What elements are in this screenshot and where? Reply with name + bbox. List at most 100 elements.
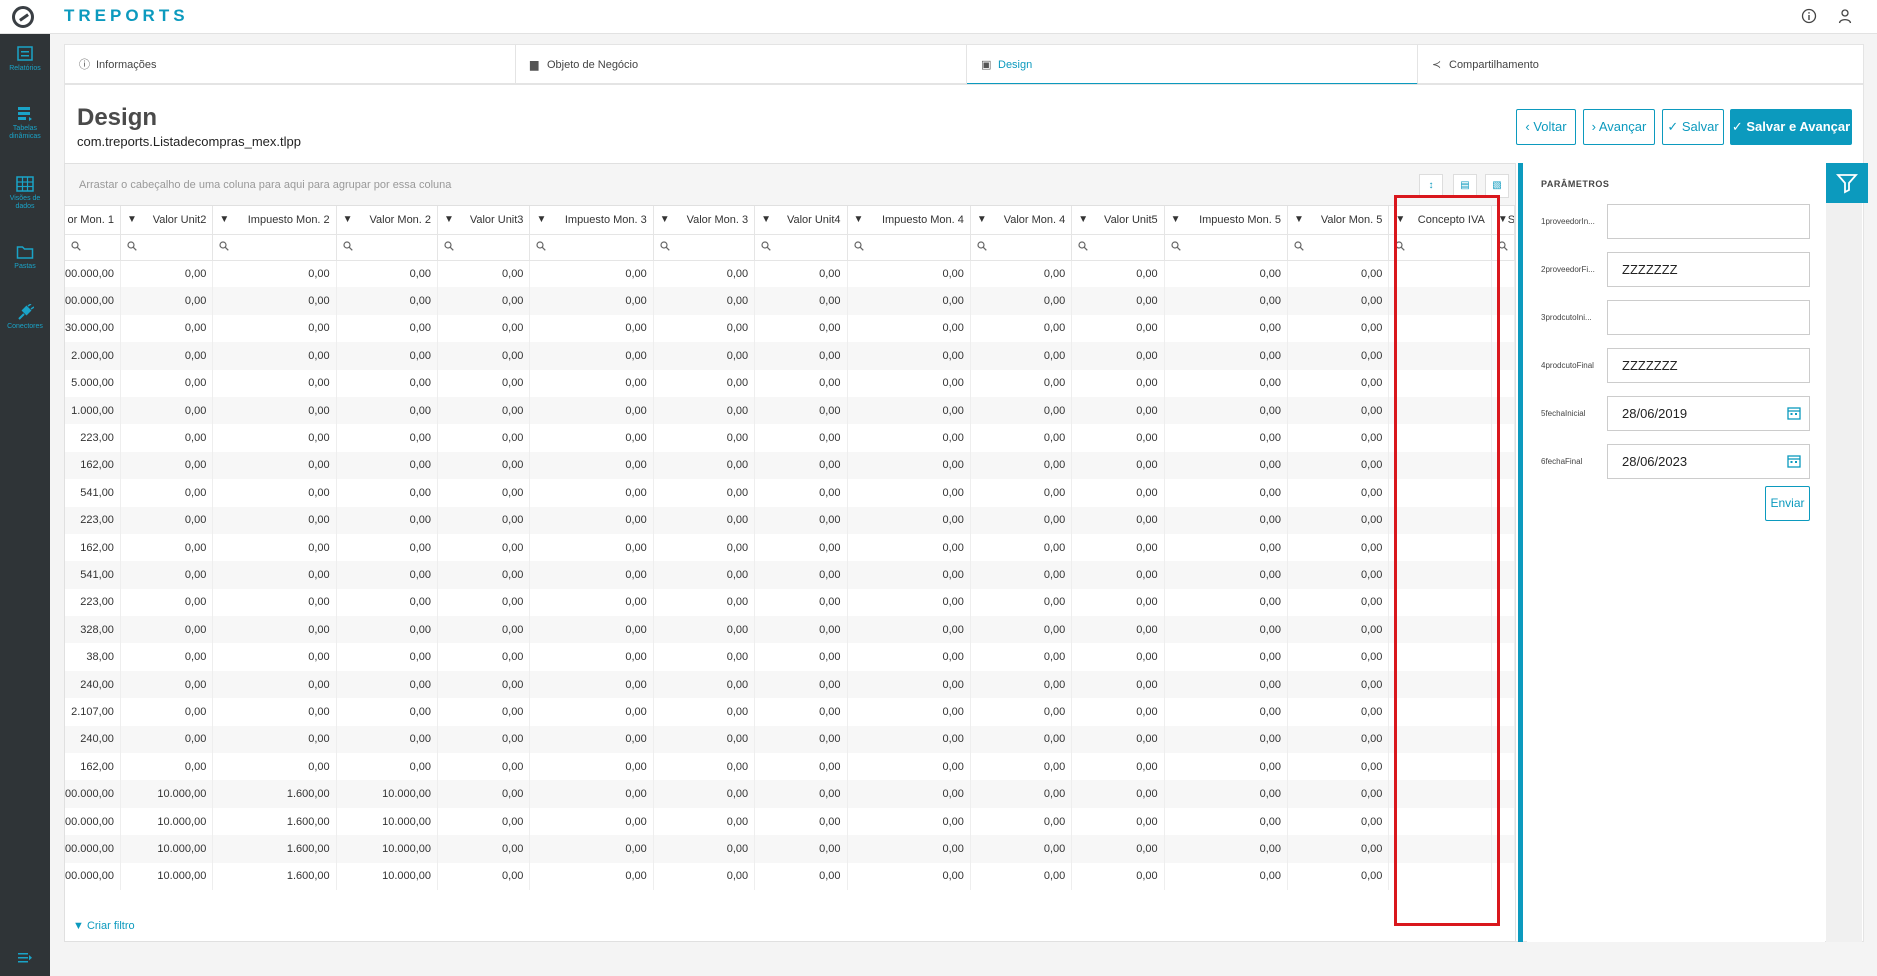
param-producto-inicial-input[interactable] — [1607, 300, 1810, 335]
filter-icon[interactable]: ▼ — [1498, 214, 1508, 225]
voltar-button[interactable]: ‹ Voltar — [1516, 109, 1576, 145]
table-row[interactable]: 00.000,00 10.000,00 1.600,00 10.000,00 0,00 0… — [65, 835, 1515, 863]
avancar-button[interactable]: › Avançar — [1583, 109, 1655, 145]
table-row[interactable]: 223,00 0,00 0,00 0,00 0,00 0,00 0,00 0,00 0,00 0,… — [65, 588, 1515, 617]
column-search-cell[interactable] — [65, 234, 121, 261]
param-proveedor-inicial-input[interactable] — [1607, 204, 1810, 239]
column-header[interactable]: ▼ Valor Mon. 2 — [336, 206, 439, 235]
column-search-cell[interactable] — [1287, 234, 1390, 261]
column-header[interactable]: ▼ Valor Unit5 — [1071, 206, 1165, 235]
table-row[interactable]: 223,00 0,00 0,00 0,00 0,00 0,00 0,00 0,00 0,00 0,… — [65, 424, 1515, 452]
column-search-cell[interactable] — [1071, 234, 1165, 261]
column-search-cell[interactable] — [437, 234, 531, 261]
tab-compartilhamento[interactable]: ≺ Compartilhamento — [1418, 45, 1864, 85]
filter-icon[interactable]: ▼ — [343, 214, 353, 225]
export-icon[interactable]: ▤ — [1453, 174, 1477, 198]
column-search-cell[interactable] — [212, 234, 337, 261]
criar-filtro-link[interactable]: ▼ Criar filtro — [73, 920, 135, 932]
app-logo-icon[interactable] — [12, 6, 34, 28]
table-row[interactable]: 2.107,00 0,00 0,00 0,00 0,00 0,00 0,00 0,00 0,00… — [65, 698, 1515, 726]
table-row[interactable]: 162,00 0,00 0,00 0,00 0,00 0,00 0,00 0,00 0,00 0,… — [65, 451, 1515, 480]
column-search-cell[interactable] — [120, 234, 214, 261]
filter-icon[interactable]: ▼ — [854, 214, 864, 225]
column-header[interactable]: ▼Su — [1491, 206, 1515, 235]
sidebar-item-visoes-de-dados[interactable]: Visões de dados — [0, 176, 50, 211]
table-row[interactable]: 2.000,00 0,00 0,00 0,00 0,00 0,00 0,00 0,00 0,00… — [65, 342, 1515, 370]
table-row[interactable]: 00.000,00 0,00 0,00 0,00 0,00 0,00 0,00 0,00 0,0… — [65, 287, 1515, 315]
salvar-button[interactable]: ✓ Salvar — [1662, 109, 1724, 145]
param-fecha-inicial-input[interactable]: 28/06/2019 — [1607, 396, 1810, 431]
filter-icon[interactable]: ▼ — [536, 214, 546, 225]
table-row[interactable]: 5.000,00 0,00 0,00 0,00 0,00 0,00 0,00 0,00 0,00… — [65, 369, 1515, 397]
enviar-button[interactable]: Enviar — [1765, 486, 1810, 521]
table-row[interactable]: 00.000,00 10.000,00 1.600,00 10.000,00 0,00 0… — [65, 862, 1515, 890]
table-row[interactable]: 00.000,00 0,00 0,00 0,00 0,00 0,00 0,00 0,00 0,0… — [65, 260, 1515, 288]
table-row[interactable]: 00.000,00 10.000,00 1.600,00 10.000,00 0,00 0… — [65, 807, 1515, 836]
filter-icon[interactable]: ▼ — [444, 214, 454, 225]
filter-icon[interactable]: ▼ — [1171, 214, 1181, 225]
panel-resizer[interactable] — [1518, 163, 1523, 942]
table-row[interactable]: 162,00 0,00 0,00 0,00 0,00 0,00 0,00 0,00 0,00 0,… — [65, 533, 1515, 562]
calendar-icon[interactable] — [1787, 454, 1801, 468]
filter-icon[interactable]: ▼ — [1294, 214, 1304, 225]
filter-icon[interactable]: ▼ — [977, 214, 987, 225]
table-row[interactable]: 541,00 0,00 0,00 0,00 0,00 0,00 0,00 0,00 0,00 0,… — [65, 561, 1515, 589]
column-header[interactable]: ▼ Valor Unit2 — [120, 206, 214, 235]
column-header[interactable]: or Mon. 1 — [65, 206, 121, 235]
column-search-cell[interactable] — [1491, 234, 1515, 261]
salvar-e-avancar-button[interactable]: ✓ Salvar e Avançar — [1730, 109, 1852, 145]
column-search-cell[interactable] — [1164, 234, 1289, 261]
tab-informacoes[interactable]: ⓘ Informações — [65, 45, 516, 85]
column-search-cell[interactable] — [529, 234, 654, 261]
table-row[interactable]: 30.000,00 0,00 0,00 0,00 0,00 0,00 0,00 0,00 0,0… — [65, 314, 1515, 343]
tab-objeto-de-negocio[interactable]: ▆ Objeto de Negócio — [516, 45, 967, 85]
column-header[interactable]: ▼ Valor Unit3 — [437, 206, 531, 235]
expand-menu-icon[interactable] — [0, 950, 50, 966]
sidebar-item-tabelas-dinamicas[interactable]: Tabelas dinâmicas — [0, 106, 50, 141]
column-search-cell[interactable] — [970, 234, 1073, 261]
column-search-cell[interactable] — [336, 234, 439, 261]
table-row[interactable]: 162,00 0,00 0,00 0,00 0,00 0,00 0,00 0,00 0,00 0,… — [65, 753, 1515, 781]
filter-icon[interactable]: ▼ — [219, 214, 229, 225]
table-row[interactable]: 240,00 0,00 0,00 0,00 0,00 0,00 0,00 0,00 0,00 0,… — [65, 670, 1515, 699]
table-row[interactable]: 240,00 0,00 0,00 0,00 0,00 0,00 0,00 0,00 0,00 0,… — [65, 725, 1515, 754]
sidebar-item-relatorios[interactable]: Relatórios — [0, 46, 50, 73]
table-row[interactable]: 38,00 0,00 0,00 0,00 0,00 0,00 0,00 0,00 0,00 0,0… — [65, 643, 1515, 671]
column-header[interactable]: ▼ Impuesto Mon. 5 — [1164, 206, 1289, 235]
column-header[interactable]: ▼ Valor Mon. 4 — [970, 206, 1073, 235]
table-row[interactable]: 328,00 0,00 0,00 0,00 0,00 0,00 0,00 0,00 0,00 0,… — [65, 616, 1515, 644]
column-search-cell[interactable] — [653, 234, 756, 261]
export-excel-icon[interactable]: ▧ — [1485, 174, 1509, 198]
column-header[interactable]: ▼ Impuesto Mon. 2 — [212, 206, 337, 235]
sidebar-item-pastas[interactable]: Pastas — [0, 244, 50, 271]
column-header[interactable]: ▼ Valor Unit4 — [754, 206, 848, 235]
filter-icon[interactable]: ▼ — [1078, 214, 1088, 225]
param-producto-final-input[interactable]: ZZZZZZZ — [1607, 348, 1810, 383]
param-proveedor-final-input[interactable]: ZZZZZZZ — [1607, 252, 1810, 287]
table-row[interactable]: 541,00 0,00 0,00 0,00 0,00 0,00 0,00 0,00 0,00 0,… — [65, 479, 1515, 507]
column-search-cell[interactable] — [754, 234, 848, 261]
group-panel[interactable]: Arrastar o cabeçalho de uma coluna para … — [65, 164, 1515, 206]
filter-icon[interactable]: ▼ — [660, 214, 670, 225]
column-header[interactable]: ▼ Valor Mon. 5 — [1287, 206, 1390, 235]
table-row[interactable]: 223,00 0,00 0,00 0,00 0,00 0,00 0,00 0,00 0,00 0,… — [65, 506, 1515, 534]
table-row[interactable]: 00.000,00 10.000,00 1.600,00 10.000,00 0,00 0… — [65, 780, 1515, 808]
column-chooser-icon[interactable]: ↕ — [1419, 174, 1443, 198]
info-icon[interactable] — [1800, 8, 1818, 26]
filter-icon[interactable]: ▼ — [761, 214, 771, 225]
column-header[interactable]: ▼ Impuesto Mon. 3 — [529, 206, 654, 235]
column-search-cell[interactable] — [847, 234, 971, 261]
filter-icon[interactable]: ▼ — [127, 214, 137, 225]
column-search-cell[interactable] — [1388, 234, 1492, 261]
calendar-icon[interactable] — [1787, 406, 1801, 420]
user-icon[interactable] — [1836, 8, 1854, 26]
column-header[interactable]: ▼ Valor Mon. 3 — [653, 206, 756, 235]
column-header[interactable]: ▼ Impuesto Mon. 4 — [847, 206, 971, 235]
sidebar-item-conectores[interactable]: Conectores — [0, 304, 50, 331]
column-header[interactable]: ▼ Concepto IVA — [1388, 206, 1492, 235]
tab-design[interactable]: ▣ Design — [967, 45, 1418, 85]
param-fecha-final-input[interactable]: 28/06/2023 — [1607, 444, 1810, 479]
table-row[interactable]: 1.000,00 0,00 0,00 0,00 0,00 0,00 0,00 0,00 0,00… — [65, 396, 1515, 425]
filter-icon[interactable]: ▼ — [1395, 214, 1405, 225]
toggle-params-button[interactable] — [1826, 163, 1868, 203]
